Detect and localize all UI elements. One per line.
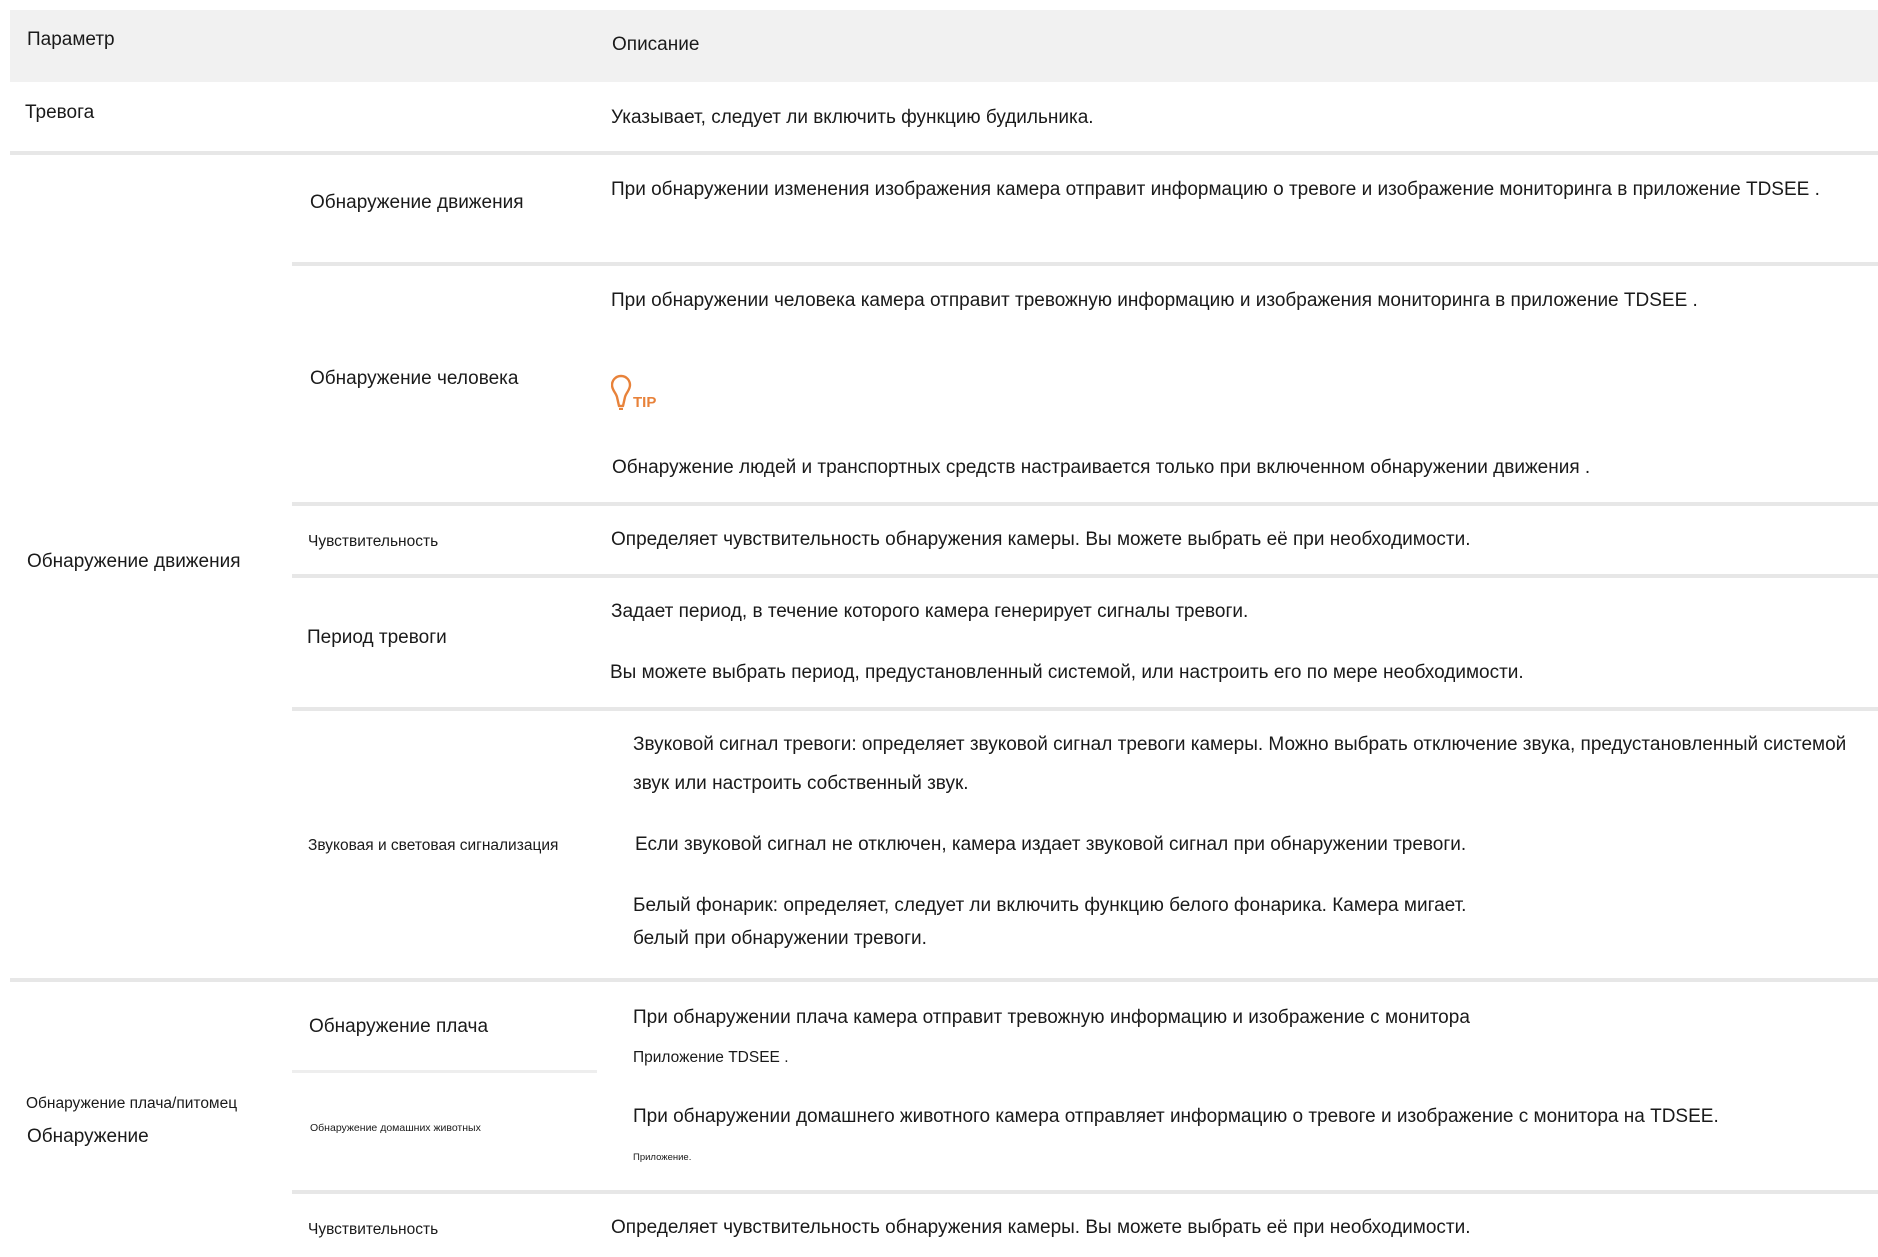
param-motion-detection-group: Обнаружение движения bbox=[27, 551, 241, 572]
row-divider bbox=[10, 151, 1878, 155]
row-divider bbox=[292, 574, 1878, 578]
row-divider bbox=[292, 707, 1878, 711]
desc-human-detection: При обнаружении человека камера отправит… bbox=[611, 290, 1698, 311]
subparam-alarm-period: Период тревоги bbox=[307, 627, 447, 648]
desc-sound-light-3: Если звуковой сигнал не отключен, камера… bbox=[635, 834, 1467, 855]
subparam-human-detection: Обнаружение человека bbox=[310, 368, 519, 389]
row-divider bbox=[292, 1070, 597, 1073]
desc-pet-detection-2: Приложение. bbox=[633, 1152, 692, 1163]
param-cry-pet-line1: Обнаружение плача/питомец bbox=[26, 1095, 238, 1112]
desc-motion-detection: При обнаружении изменения изображения ка… bbox=[611, 179, 1820, 200]
desc-sound-light-5: белый при обнаружении тревоги. bbox=[633, 928, 927, 949]
subparam-cry-detection: Обнаружение плача bbox=[309, 1016, 489, 1037]
header-param: Параметр bbox=[27, 29, 115, 50]
desc-sound-light-1: Звуковой сигнал тревоги: определяет звук… bbox=[633, 734, 1847, 755]
desc-sound-light-2: звук или настроить собственный звук. bbox=[633, 773, 969, 794]
subparam-sound-light-alarm: Звуковая и световая сигнализация bbox=[308, 837, 559, 854]
subparam-pet-detection: Обнаружение домашних животных bbox=[310, 1122, 481, 1134]
row-divider bbox=[10, 978, 1878, 982]
tip-text-human-detection: Обнаружение людей и транспортных средств… bbox=[612, 457, 1591, 478]
subparam-sensitivity: Чувствительность bbox=[308, 533, 439, 550]
desc-pet-detection-1: При обнаружении домашнего животного каме… bbox=[633, 1106, 1719, 1127]
tip-lightbulb-icon: TIP bbox=[611, 374, 656, 411]
parameter-table: Параметр Описание Тревога Указывает, сле… bbox=[0, 0, 1878, 1257]
tip-label: TIP bbox=[633, 394, 656, 411]
header-description: Описание bbox=[612, 34, 700, 55]
desc-alarm-period-1: Задает период, в течение которого камера… bbox=[611, 601, 1249, 622]
subparam-sensitivity-cry: Чувствительность bbox=[308, 1221, 439, 1238]
desc-alarm: Указывает, следует ли включить функцию б… bbox=[611, 107, 1094, 128]
desc-cry-detection-2: Приложение TDSEE . bbox=[633, 1049, 789, 1066]
desc-sensitivity: Определяет чувствительность обнаружения … bbox=[611, 529, 1471, 550]
table-header bbox=[10, 10, 1878, 82]
row-divider bbox=[292, 262, 1878, 266]
desc-sound-light-4: Белый фонарик: определяет, следует ли вк… bbox=[633, 895, 1467, 916]
row-divider bbox=[292, 1190, 1878, 1194]
param-alarm: Тревога bbox=[25, 102, 95, 123]
row-divider bbox=[292, 502, 1878, 506]
subparam-motion-detection: Обнаружение движения bbox=[310, 192, 524, 213]
desc-alarm-period-2: Вы можете выбрать период, предустановлен… bbox=[610, 662, 1524, 683]
desc-cry-detection-1: При обнаружении плача камера отправит тр… bbox=[633, 1007, 1470, 1028]
param-cry-pet-line2: Обнаружение bbox=[27, 1126, 149, 1147]
desc-sensitivity-cry: Определяет чувствительность обнаружения … bbox=[611, 1217, 1471, 1238]
